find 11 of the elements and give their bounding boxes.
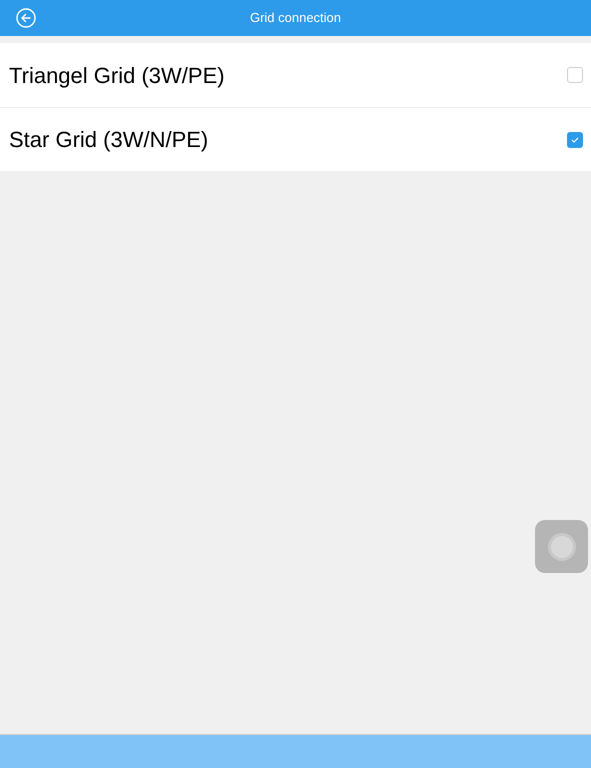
option-label: Star Grid (3W/N/PE)	[9, 126, 208, 154]
option-row[interactable]: Triangel Grid (3W/PE)	[0, 43, 591, 107]
option-label: Triangel Grid (3W/PE)	[9, 62, 225, 90]
check-icon	[571, 136, 579, 142]
checkbox[interactable]	[567, 67, 583, 83]
header-title: Grid connection	[250, 9, 342, 28]
assistive-touch-button[interactable]	[535, 520, 588, 573]
back-icon	[16, 8, 36, 28]
option-row[interactable]: Star Grid (3W/N/PE)	[0, 107, 591, 171]
back-button[interactable]	[15, 7, 37, 29]
checkbox[interactable]	[567, 132, 583, 148]
